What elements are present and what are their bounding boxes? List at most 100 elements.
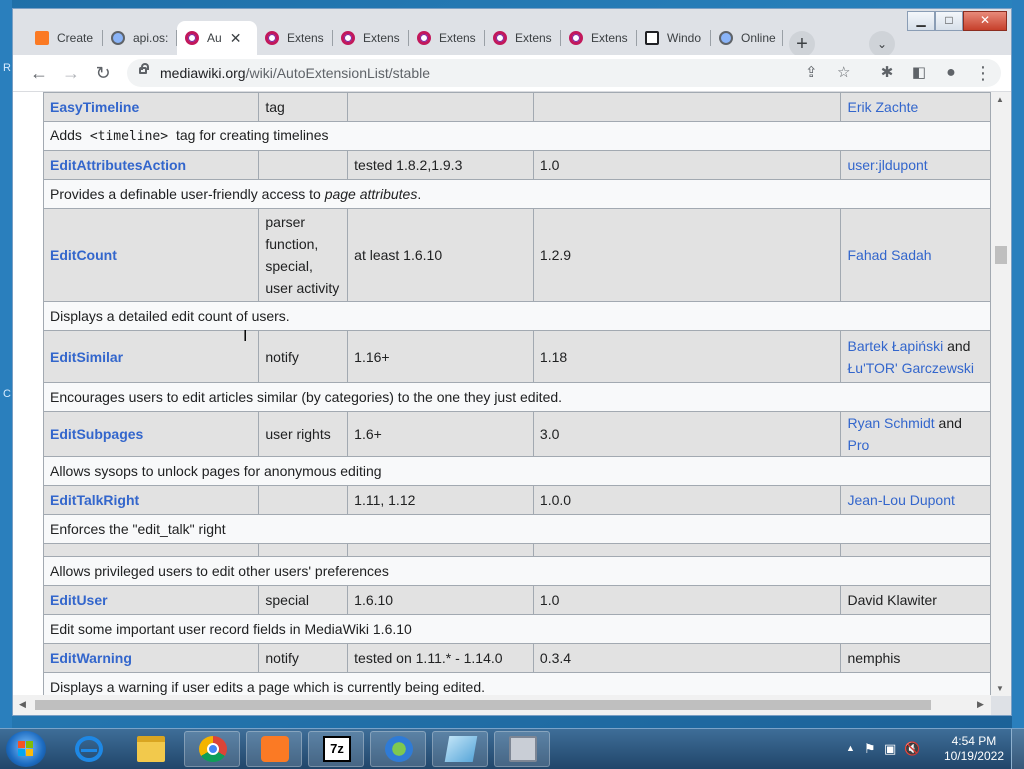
extension-name-link[interactable]: EasyTimeline [50,99,139,115]
show-desktop-button[interactable] [1011,729,1024,769]
author-link[interactable]: Pro [847,437,869,453]
browser-tab[interactable]: api.os: [103,21,177,55]
bookmark-star-icon[interactable]: ☆ [837,63,850,81]
browser-tab[interactable]: Extens [485,21,561,55]
browser-tab[interactable]: Create [27,21,103,55]
close-window-button[interactable]: ✕ [963,11,1007,31]
chrome-taskbar-button[interactable] [184,731,240,767]
extension-name-link[interactable]: EditAttributesAction [50,157,186,173]
scroll-left-arrow-icon[interactable]: ◀ [19,699,26,710]
extension-name-link[interactable]: EditSubpages [50,426,143,442]
browser-tab[interactable]: Online [711,21,783,55]
windows-taskbar: 7z ▲ ⚑ ▣ 🔇 4:54 PM 10/19/2022 [0,728,1024,769]
xampp-icon [35,31,49,45]
extensions-icon[interactable]: ✱ [875,61,899,85]
author-text: David Klawiter [847,592,937,608]
author-link[interactable]: Fahad Sadah [847,247,931,263]
windows-logo-icon [18,741,34,757]
browser-tab[interactable]: Extens [333,21,409,55]
browser-tab[interactable]: Windo [637,21,711,55]
text-cursor-icon: I [243,328,248,345]
extension-row: EditSubpages user rights 1.6+ 3.0 Ryan Schmi… [42,411,991,457]
archive-taskbar-button[interactable] [494,731,550,767]
extension-description-row: Provides a definable user-friendly acces… [43,179,991,209]
horizontal-scrollbar[interactable]: ◀ ▶ [13,695,991,715]
mediawiki-version-cell [347,92,534,122]
side-panel-icon[interactable]: ◧ [907,61,931,85]
description-text: Encourages users to edit articles simila… [50,389,563,405]
scroll-up-arrow-icon[interactable]: ▲ [996,95,1004,104]
ring-icon [265,31,279,45]
extension-row [42,543,991,557]
description-text: Provides a definable user-friendly acces… [50,186,325,202]
author-link[interactable]: user:jldupont [847,157,927,173]
description-text: tag for creating timelines [172,127,329,143]
taskbar-clock[interactable]: 4:54 PM 10/19/2022 [944,734,1004,764]
description-text: Allows sysops to unlock pages for anonym… [50,463,382,479]
tab-search-button[interactable]: ⌄ [869,31,895,57]
notepad-taskbar-button[interactable] [432,731,488,767]
extension-version-cell [532,92,842,122]
horizontal-scroll-thumb[interactable] [35,700,931,710]
extension-name-link[interactable]: EditSimilar [50,349,123,365]
ring-icon [569,31,583,45]
back-button[interactable]: ← [27,61,51,85]
reload-button[interactable]: ↻ [91,61,115,85]
extension-list-table: EasyTimeline tag Erik Zachte Adds <timeline… [42,92,991,696]
browser-tab[interactable]: Extens [561,21,637,55]
internet-explorer-taskbar-button[interactable] [60,731,116,767]
action-center-flag-icon[interactable]: ⚑ [864,741,876,757]
share-icon[interactable]: ⇪ [805,63,818,81]
show-hidden-icons-icon[interactable]: ▲ [846,743,855,753]
author-link[interactable]: Ryan Schmidt [847,415,934,431]
browser-tab[interactable]: Extens [257,21,333,55]
address-bar[interactable]: mediawiki.org/wiki/AutoExtensionList/sta… [127,59,1001,87]
browser-tab[interactable]: Au ✕ [177,21,257,55]
file-explorer-taskbar-button[interactable] [122,731,178,767]
extension-name-link[interactable]: EditWarning [50,650,132,666]
mediawiki-version-cell: tested 1.8.2,1.9.3 [347,150,534,180]
network-icon[interactable]: ▣ [884,741,896,757]
new-tab-button[interactable]: + [789,31,815,57]
author-link[interactable]: 'TOR' Garczewski [863,360,974,376]
browser-tab[interactable]: Extens [409,21,485,55]
volume-muted-icon[interactable]: 🔇 [904,741,920,757]
author-cell [840,543,991,557]
extension-name-link[interactable]: EditCount [50,247,117,263]
author-link[interactable]: Bartek Łapiński [847,338,943,354]
extension-row: EditAttributesAction tested 1.8.2,1.9.3 1.… [42,150,991,180]
menu-kebab-icon[interactable]: ⋮ [971,61,995,85]
scroll-down-arrow-icon[interactable]: ▼ [996,684,1004,693]
tab-title: Au [207,31,222,45]
author-link[interactable]: Jean-Lou Dupont [847,492,954,508]
7zip-taskbar-button[interactable]: 7z [308,731,364,767]
profile-avatar-icon[interactable]: ● [939,61,963,85]
archive-icon [509,736,537,762]
lock-icon[interactable] [139,63,149,74]
extension-name-link[interactable]: EditTalkRight [50,492,139,508]
url-text[interactable]: mediawiki.org/wiki/AutoExtensionList/sta… [160,65,430,81]
xampp-icon [261,736,289,762]
maximize-button[interactable]: □ [935,11,963,31]
vertical-scrollbar[interactable]: ▲ ▼ [991,92,1011,696]
tab-title: Extens [515,31,552,45]
wiki-icon [645,31,659,45]
author-link[interactable]: Erik Zachte [847,99,918,115]
author-link[interactable]: Łu [847,360,863,376]
start-button[interactable] [6,731,46,767]
scroll-right-arrow-icon[interactable]: ▶ [977,699,984,710]
forward-button[interactable]: → [59,61,83,85]
author-cell: David Klawiter [840,585,991,615]
mediawiki-version-cell: 1.16+ [347,330,534,383]
tab-title: Extens [439,31,476,45]
extension-name-link[interactable]: EditUser [50,592,108,608]
tab-close-icon[interactable]: ✕ [230,30,242,47]
download-manager-taskbar-button[interactable] [370,731,426,767]
vertical-scroll-thumb[interactable] [995,246,1007,264]
extension-name-cell: EditWarning [42,643,260,673]
xampp-taskbar-button[interactable] [246,731,302,767]
extension-type-cell [258,543,349,557]
mediawiki-version-cell: at least 1.6.10 [347,208,534,302]
minimize-button[interactable]: ▁ [907,11,935,31]
extension-description-row: Adds <timeline> tag for creating timelin… [43,121,991,151]
